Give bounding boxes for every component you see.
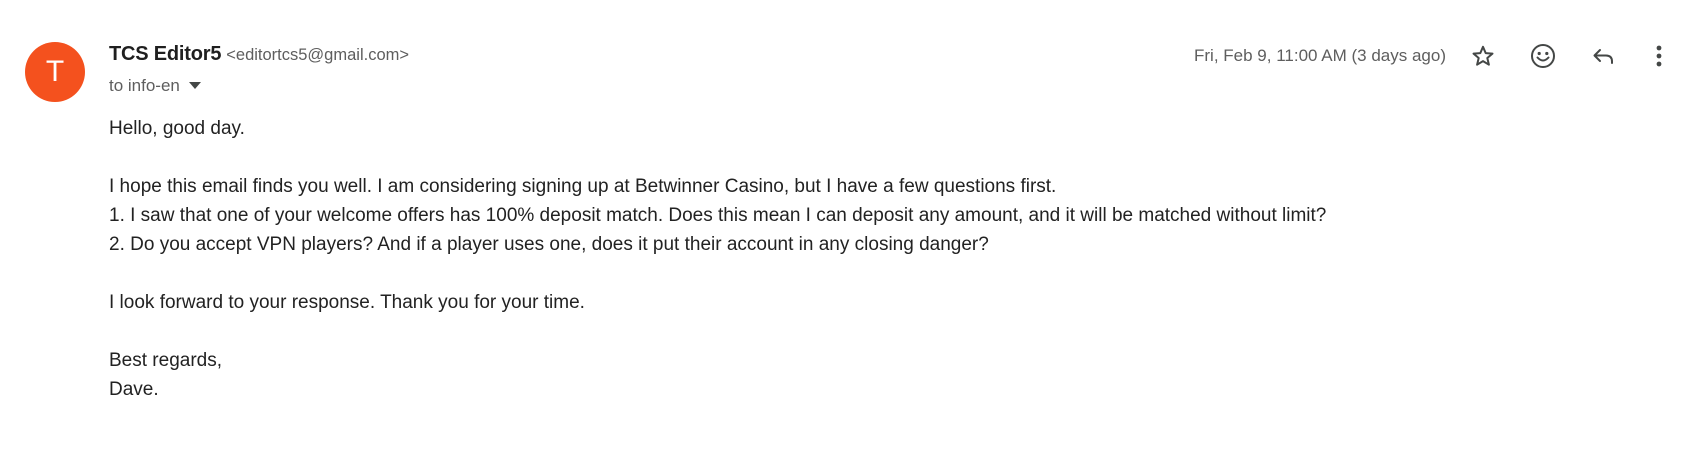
message-body: Hello, good day. I hope this email finds… <box>109 114 1609 404</box>
more-vert-icon <box>1655 44 1663 73</box>
sender-email: <editortcs5@gmail.com> <box>226 46 410 64</box>
email-message: T TCS Editor5 <editortcs5@gmail.com> to … <box>0 0 1701 449</box>
sender-line: TCS Editor5 <editortcs5@gmail.com> <box>109 43 409 66</box>
recipient-label: to info-en <box>109 76 180 95</box>
sender-name[interactable]: TCS Editor5 <box>109 43 221 66</box>
question-1-line: 1. I saw that one of your welcome offers… <box>109 205 1327 226</box>
add-reaction-button[interactable] <box>1523 38 1563 78</box>
closing-line: I look forward to your response. Thank y… <box>109 292 585 313</box>
reply-icon <box>1591 44 1615 73</box>
reply-button[interactable] <box>1583 38 1623 78</box>
recipient-details-toggle[interactable]: to info-en <box>109 76 201 96</box>
sign-off-line: Best regards, <box>109 350 222 371</box>
star-button[interactable] <box>1463 38 1503 78</box>
emoji-icon <box>1530 43 1556 74</box>
greeting-line: Hello, good day. <box>109 118 245 139</box>
caret-down-icon[interactable] <box>188 82 201 90</box>
intro-line: I hope this email finds you well. I am c… <box>109 176 1057 197</box>
more-options-button[interactable] <box>1643 38 1675 78</box>
message-actions <box>1463 38 1675 78</box>
signature-line: Dave. <box>109 379 159 400</box>
message-date: Fri, Feb 9, 11:00 AM (3 days ago) <box>1194 46 1446 65</box>
question-2-line: 2. Do you accept VPN players? And if a p… <box>109 234 989 255</box>
avatar[interactable]: T <box>25 42 85 102</box>
star-icon <box>1471 44 1495 73</box>
avatar-letter: T <box>45 55 65 88</box>
